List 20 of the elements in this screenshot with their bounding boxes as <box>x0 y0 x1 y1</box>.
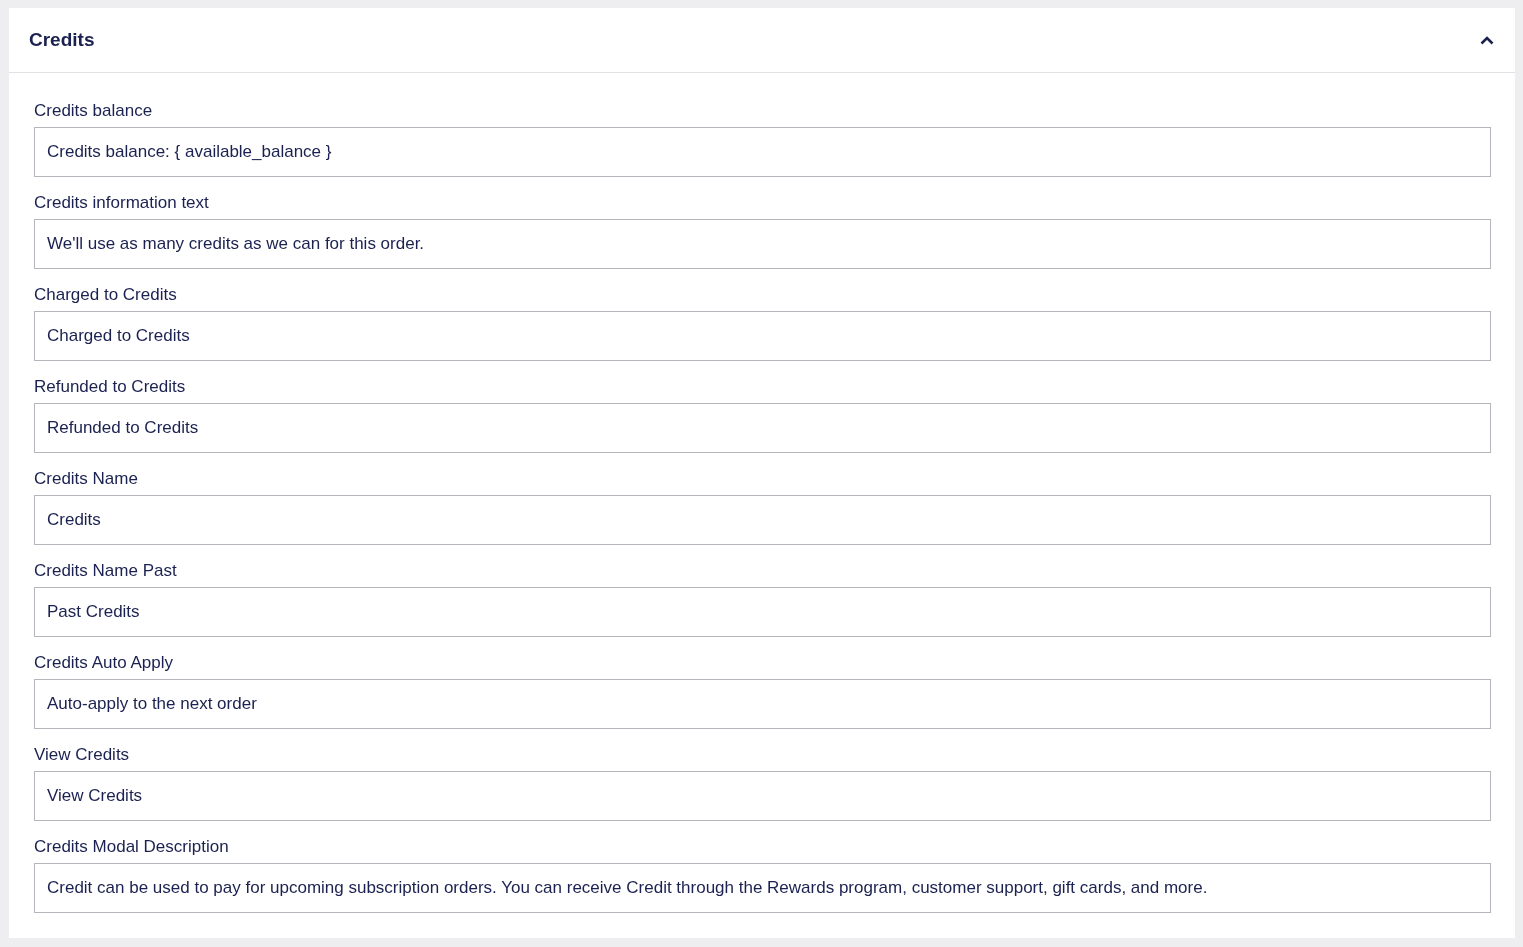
text-field[interactable]: Credits balance: { available_balance } <box>34 127 1491 177</box>
text-field[interactable]: We'll use as many credits as we can for this order. <box>34 219 1491 269</box>
field-label: Refunded to Credits <box>34 377 187 397</box>
field-label: Credits Auto Apply <box>34 653 174 673</box>
field-label: View Credits <box>34 745 131 765</box>
text-field[interactable]: Auto-apply to the next order <box>34 679 1491 729</box>
text-field[interactable]: Past Credits <box>34 587 1491 637</box>
text-field[interactable]: View Credits <box>34 771 1491 821</box>
field-label: Credits Name <box>34 469 139 489</box>
field-label: Credits information text <box>34 193 210 213</box>
field-label: Credits balance <box>34 101 154 121</box>
text-field[interactable]: Credit can be used to pay for upcoming subscription orders. You can receive Credit through the Rewards program, customer support, gift cards, and more. <box>34 863 1491 913</box>
panel-title: Credits <box>29 29 95 51</box>
text-field[interactable]: Refunded to Credits <box>34 403 1491 453</box>
text-field[interactable]: Credits <box>34 495 1491 545</box>
field-label: Charged to Credits <box>34 285 178 305</box>
field-label: Credits Modal Description <box>34 837 230 857</box>
text-field[interactable]: Charged to Credits <box>34 311 1491 361</box>
field-label: Credits Name Past <box>34 561 178 581</box>
collapse-chevron-icon[interactable] <box>1480 35 1494 45</box>
